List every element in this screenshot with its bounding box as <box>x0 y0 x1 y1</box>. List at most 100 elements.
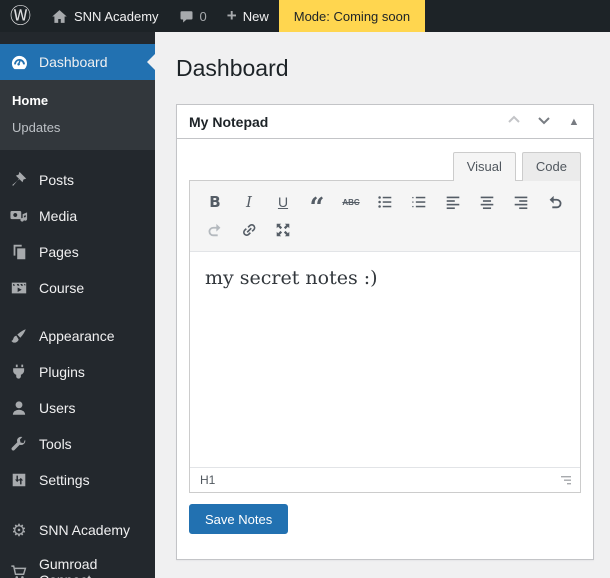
menu-separator <box>0 306 155 318</box>
link-button[interactable] <box>234 217 264 243</box>
notepad-editor-area[interactable]: my secret notes :) <box>190 251 580 467</box>
sidebar-item-media[interactable]: Media <box>0 198 155 234</box>
link-chain-icon <box>240 221 258 239</box>
dashboard-gauge-icon <box>9 52 29 72</box>
align-left-button[interactable] <box>438 189 468 215</box>
sidebar-item-label: SNN Academy <box>39 522 130 538</box>
wrench-icon <box>9 434 29 454</box>
bullet-list-button[interactable] <box>370 189 400 215</box>
paintbrush-icon <box>9 326 29 346</box>
strikethrough-button[interactable]: ABC <box>336 189 366 215</box>
editor-statusbar: H1 <box>190 467 580 492</box>
sidebar-item-label: Users <box>39 400 76 416</box>
settings-sliders-icon <box>9 470 29 490</box>
align-left-icon <box>444 193 462 211</box>
pages-icon <box>9 242 29 262</box>
cart-icon <box>9 562 29 578</box>
italic-button[interactable]: I <box>234 189 264 215</box>
comments-count: 0 <box>200 9 207 24</box>
sidebar-item-snn-academy[interactable]: ⚙ SNN Academy <box>0 512 155 548</box>
sidebar-item-label: Pages <box>39 244 79 260</box>
move-down-button[interactable] <box>529 107 559 137</box>
site-name-label: SNN Academy <box>74 9 159 24</box>
chevron-down-icon <box>536 112 552 131</box>
sidebar-item-posts[interactable]: Posts <box>0 162 155 198</box>
sidebar-item-course[interactable]: Course <box>0 270 155 306</box>
sidebar-item-users[interactable]: Users <box>0 390 155 426</box>
media-camera-icon <box>9 206 29 226</box>
bullet-list-icon <box>376 193 394 211</box>
align-right-icon <box>512 193 530 211</box>
site-name-link[interactable]: SNN Academy <box>41 0 169 32</box>
plus-icon: + <box>227 7 237 24</box>
underline-button[interactable]: U <box>268 189 298 215</box>
sidebar-item-gumroad-connect[interactable]: Gumroad Connect <box>0 548 155 578</box>
save-notes-button[interactable]: Save Notes <box>189 504 288 534</box>
undo-arrow-icon <box>546 193 564 211</box>
page-title: Dashboard <box>176 55 594 82</box>
sidebar-item-plugins[interactable]: Plugins <box>0 354 155 390</box>
redo-arrow-icon <box>206 221 224 239</box>
sidebar-item-label: Course <box>39 280 84 296</box>
collapse-toggle-button[interactable]: ▲ <box>559 107 589 137</box>
move-up-button[interactable] <box>499 107 529 137</box>
sidebar-item-label: Appearance <box>39 328 115 344</box>
comments-link[interactable]: 0 <box>169 0 217 32</box>
submenu-item-updates[interactable]: Updates <box>0 114 155 141</box>
sidebar-item-label: Tools <box>39 436 72 452</box>
sidebar-item-pages[interactable]: Pages <box>0 234 155 270</box>
new-content-link[interactable]: + New <box>217 0 279 32</box>
numbered-list-button[interactable] <box>404 189 434 215</box>
tab-code[interactable]: Code <box>522 152 581 181</box>
fullscreen-button[interactable] <box>268 217 298 243</box>
notepad-text: my secret notes :) <box>205 267 565 289</box>
mode-coming-soon-badge[interactable]: Mode: Coming soon <box>279 0 425 32</box>
triangle-up-icon: ▲ <box>569 116 580 128</box>
mode-badge-label: Mode: Coming soon <box>294 9 410 24</box>
sidebar-item-dashboard[interactable]: Dashboard <box>0 44 155 80</box>
sidebar-item-appearance[interactable]: Appearance <box>0 318 155 354</box>
admin-sidebar: Dashboard Home Updates Posts Media Pages <box>0 32 155 578</box>
pushpin-icon <box>9 170 29 190</box>
element-path: H1 <box>200 473 215 487</box>
dashboard-submenu: Home Updates <box>0 80 155 150</box>
undo-button[interactable] <box>540 189 570 215</box>
editor-tabs: Visual Code <box>189 151 581 180</box>
sidebar-item-label: Media <box>39 208 77 224</box>
redo-button[interactable] <box>200 217 230 243</box>
align-center-button[interactable] <box>472 189 502 215</box>
sidebar-item-label: Dashboard <box>39 54 108 70</box>
fullscreen-icon <box>274 221 292 239</box>
wordpress-logo-icon: Ⓦ <box>10 6 31 27</box>
editor-container: B I U “ ABC <box>189 180 581 493</box>
menu-separator <box>0 498 155 512</box>
sidebar-item-tools[interactable]: Tools <box>0 426 155 462</box>
widget-body: Visual Code B I U “ ABC <box>177 139 593 559</box>
wordpress-logo-menu[interactable]: Ⓦ <box>0 0 41 32</box>
home-icon <box>51 8 68 25</box>
numbered-list-icon <box>410 193 428 211</box>
bold-button[interactable]: B <box>200 189 230 215</box>
sidebar-item-label: Posts <box>39 172 74 188</box>
user-icon <box>9 398 29 418</box>
plug-icon <box>9 362 29 382</box>
widget-handle-actions: ▲ <box>499 107 589 137</box>
align-right-button[interactable] <box>506 189 536 215</box>
blockquote-button[interactable]: “ <box>302 189 332 215</box>
chevron-up-icon <box>506 112 522 131</box>
sidebar-item-settings[interactable]: Settings <box>0 462 155 498</box>
menu-separator <box>0 150 155 162</box>
new-label: New <box>243 9 269 24</box>
align-center-icon <box>478 193 496 211</box>
tab-visual[interactable]: Visual <box>453 152 516 181</box>
submit-row: Save Notes <box>189 504 581 547</box>
widget-title: My Notepad <box>189 114 268 130</box>
resize-grip-icon[interactable] <box>559 475 571 486</box>
gear-icon: ⚙ <box>9 520 29 540</box>
sidebar-item-label: Settings <box>39 472 90 488</box>
video-icon <box>9 278 29 298</box>
submenu-item-home[interactable]: Home <box>0 87 155 114</box>
sidebar-item-label: Gumroad Connect <box>39 556 147 578</box>
comment-bubble-icon <box>179 9 194 24</box>
editor-toolbar: B I U “ ABC <box>190 181 580 251</box>
